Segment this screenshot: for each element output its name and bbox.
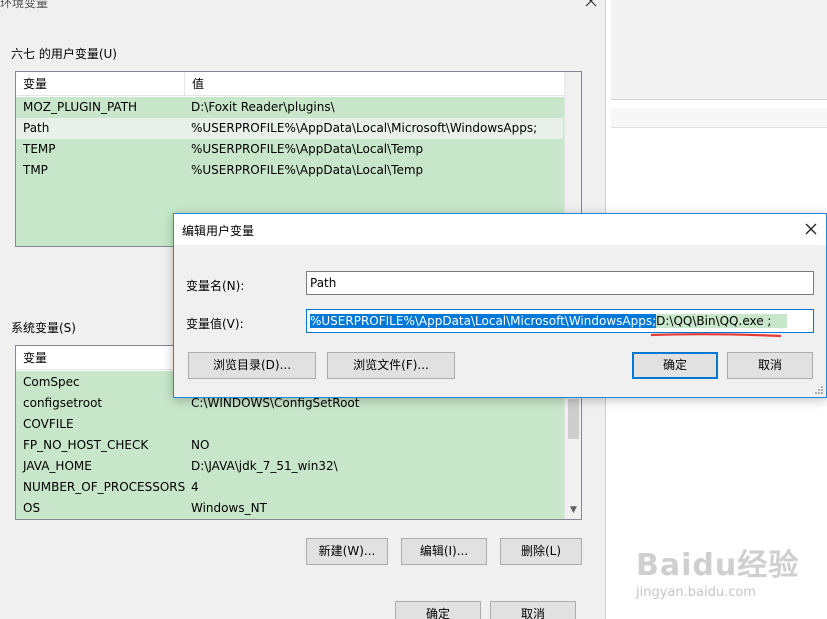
table-row[interactable]: COVFILE [16, 414, 563, 435]
cancel-button[interactable]: 取消 [490, 601, 576, 619]
variable-name-label: 变量名(N): [186, 279, 245, 293]
var-name: MOZ_PLUGIN_PATH [23, 100, 138, 114]
table-row[interactable]: MOZ_PLUGIN_PATH D:\Foxit Reader\plugins\ [16, 97, 563, 118]
browse-directory-button[interactable]: 浏览目录(D)... [188, 352, 316, 379]
var-name: ComSpec [23, 375, 80, 389]
column-header-name[interactable]: 变量 [16, 72, 185, 96]
var-name: TEMP [23, 142, 56, 156]
var-value: D:\Foxit Reader\plugins\ [191, 100, 335, 114]
baidu-watermark: Baidu经验 jingyan.baidu.com [636, 540, 816, 615]
table-row[interactable]: JAVA_HOME D:\JAVA\jdk_7_51_win32\ [16, 456, 563, 477]
table-row[interactable]: TEMP %USERPROFILE%\AppData\Local\Temp [16, 139, 563, 160]
red-underline-annotation [650, 333, 782, 338]
var-value: NO [191, 438, 210, 452]
dialog-cancel-button[interactable]: 取消 [727, 352, 813, 379]
var-value: %USERPROFILE%\AppData\Local\Temp [191, 142, 424, 156]
var-name: COVFILE [23, 417, 74, 431]
table-row[interactable]: NUMBER_OF_PROCESSORS 4 [16, 477, 563, 498]
browse-file-button[interactable]: 浏览文件(F)... [327, 352, 455, 379]
var-value: Windows_NT [191, 501, 267, 515]
new-button[interactable]: 新建(W)... [306, 538, 388, 565]
chevron-down-icon[interactable]: ▼ [565, 502, 581, 519]
close-icon[interactable] [802, 220, 820, 238]
dialog-ok-button[interactable]: 确定 [632, 352, 718, 379]
var-name: Path [23, 121, 50, 135]
user-variables-label: 六七 的用户变量(U) [11, 47, 117, 61]
scrollbar-thumb[interactable] [568, 399, 579, 439]
delete-button[interactable]: 删除(L) [500, 538, 582, 565]
var-name: configsetroot [23, 396, 103, 410]
dialog-titlebar: 编辑用户变量 [174, 214, 826, 245]
variable-value-appended: D:\QQ\Bin\QQ.exe ; [656, 314, 788, 328]
watermark-url: jingyan.baidu.com [636, 585, 756, 600]
edit-user-variable-dialog: 编辑用户变量 变量名(N): Path 变量值(V): %USERPROFILE… [173, 213, 827, 398]
var-name: JAVA_HOME [23, 459, 92, 473]
variable-value-selected: %USERPROFILE%\AppData\Local\Microsoft\Wi… [310, 314, 657, 328]
close-icon[interactable] [584, 0, 598, 8]
var-name: OS [23, 501, 41, 515]
list-header: 变量 值 [16, 72, 581, 96]
variable-name-value: Path [310, 276, 337, 290]
var-name: FP_NO_HOST_CHECK [23, 438, 149, 452]
var-value: D:\JAVA\jdk_7_51_win32\ [191, 459, 338, 473]
var-value: %USERPROFILE%\AppData\Local\Temp [191, 163, 424, 177]
variable-value-label: 变量值(V): [186, 317, 244, 331]
background-strip [611, 108, 827, 128]
var-value: 4 [191, 480, 199, 494]
ok-button[interactable]: 确定 [395, 601, 481, 619]
dialog-title: 编辑用户变量 [182, 224, 255, 238]
column-header-name[interactable]: 变量 [16, 346, 185, 370]
background-panel [611, 0, 827, 100]
watermark-logo-text: Baidu经验 [636, 548, 800, 583]
table-row[interactable]: FP_NO_HOST_CHECK NO [16, 435, 563, 456]
table-row[interactable]: OS Windows_NT [16, 498, 563, 519]
resize-grip-icon[interactable] [814, 385, 824, 395]
column-header-value[interactable]: 值 [185, 72, 581, 96]
var-value: %USERPROFILE%\AppData\Local\Microsoft\Wi… [191, 121, 538, 135]
table-row-selected[interactable]: Path %USERPROFILE%\AppData\Local\Microso… [16, 118, 563, 139]
var-name: TMP [23, 163, 48, 177]
table-row[interactable]: TMP %USERPROFILE%\AppData\Local\Temp [16, 160, 563, 181]
system-variables-label: 系统变量(S) [11, 321, 76, 335]
edit-button[interactable]: 编辑(I)... [401, 538, 487, 565]
variable-value-input[interactable]: %USERPROFILE%\AppData\Local\Microsoft\Wi… [306, 309, 814, 333]
window-title: 环境变量 [0, 0, 49, 10]
variable-name-input[interactable]: Path [306, 271, 814, 295]
var-name: NUMBER_OF_PROCESSORS [23, 480, 186, 494]
